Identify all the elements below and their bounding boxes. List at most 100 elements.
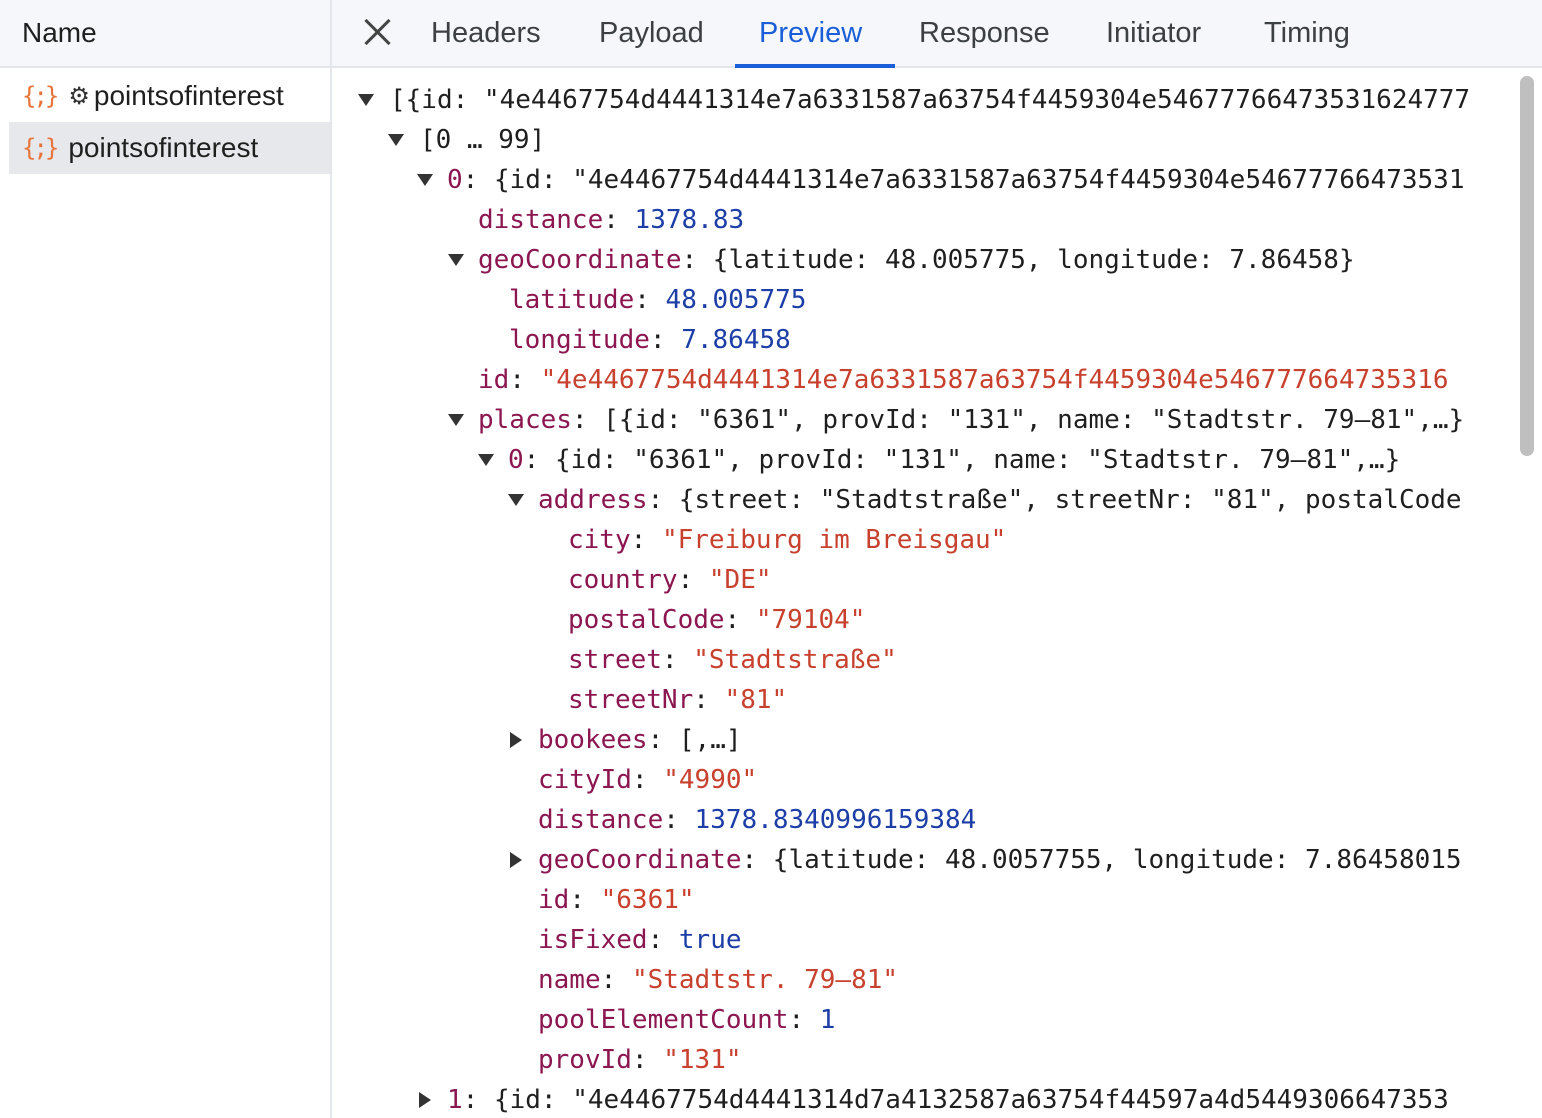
collapse-triangle-icon[interactable] bbox=[417, 174, 433, 186]
collapse-triangle-icon[interactable] bbox=[508, 494, 524, 506]
expand-triangle-icon[interactable] bbox=[510, 852, 522, 868]
json-tree-row: street: "Stadtstraße" bbox=[568, 640, 897, 680]
name-column-header[interactable]: Name bbox=[0, 0, 330, 68]
json-text: : {latitude: 48.0057755, longitude: 7.86… bbox=[741, 845, 1462, 875]
json-tree-row: poolElementCount: 1 bbox=[538, 1000, 835, 1040]
request-row-2[interactable]: {;} pointsofinterest bbox=[9, 122, 330, 174]
json-number-value: 7.86458 bbox=[681, 325, 791, 355]
json-text: [{id: "4e4467754d4441314e7a6331587a63754… bbox=[390, 85, 1471, 115]
json-tree-row[interactable]: bookees: [,…] bbox=[538, 720, 742, 760]
json-text: : bbox=[663, 805, 695, 835]
json-text: : bbox=[647, 925, 679, 955]
json-key: distance bbox=[478, 205, 604, 235]
name-column-label: Name bbox=[22, 17, 97, 48]
request-list: {;} ⚙ pointsofinterest {;} pointsofinter… bbox=[0, 70, 330, 174]
json-key: 1 bbox=[447, 1085, 463, 1115]
json-text: : bbox=[631, 1045, 664, 1075]
json-number-value: 1378.8340996159384 bbox=[694, 805, 977, 835]
json-key: streetNr bbox=[568, 685, 694, 715]
vertical-scrollbar[interactable] bbox=[1512, 70, 1542, 1118]
json-tree-row[interactable]: 0: {id: "6361", provId: "131", name: "St… bbox=[508, 440, 1400, 480]
gear-icon: ⚙ bbox=[68, 82, 90, 110]
json-tree-row: id: "4e4467754d4441314e7a6331587a63754f4… bbox=[478, 360, 1449, 400]
json-tree-row[interactable]: geoCoordinate: {latitude: 48.0057755, lo… bbox=[538, 840, 1462, 880]
json-text: : bbox=[661, 645, 694, 675]
json-key: distance bbox=[538, 805, 664, 835]
request-row-1[interactable]: {;} ⚙ pointsofinterest bbox=[9, 70, 330, 122]
json-text: : bbox=[634, 285, 666, 315]
tab-response[interactable]: Response bbox=[919, 0, 1050, 66]
json-text: : bbox=[603, 205, 635, 235]
json-tree-row: longitude: 7.86458 bbox=[509, 320, 791, 360]
json-tree-row[interactable]: [{id: "4e4467754d4441314e7a6331587a63754… bbox=[390, 80, 1470, 120]
json-tree-row: country: "DE" bbox=[568, 560, 772, 600]
json-number-value: 1378.83 bbox=[634, 205, 745, 235]
expand-triangle-icon[interactable] bbox=[510, 732, 522, 748]
request-name: pointsofinterest bbox=[68, 132, 259, 163]
json-tree-row[interactable]: geoCoordinate: {latitude: 48.005775, lon… bbox=[478, 240, 1355, 280]
json-string-value: "DE" bbox=[708, 565, 772, 595]
collapse-triangle-icon[interactable] bbox=[388, 134, 404, 146]
json-key: poolElementCount bbox=[538, 1005, 789, 1035]
json-tree-row[interactable]: address: {street: "Stadtstraße", streetN… bbox=[538, 480, 1462, 520]
json-tree-row[interactable]: places: [{id: "6361", provId: "131", nam… bbox=[478, 400, 1464, 440]
json-key: isFixed bbox=[538, 925, 648, 955]
json-key: id bbox=[538, 885, 570, 915]
tab-timing[interactable]: Timing bbox=[1264, 0, 1350, 66]
json-text: : bbox=[693, 685, 725, 715]
json-tree-row: distance: 1378.8340996159384 bbox=[538, 800, 976, 840]
json-string-value: "Freiburg im Breisgau" bbox=[661, 525, 1007, 555]
json-icon: {;} bbox=[22, 134, 59, 162]
json-text: : {id: "4e4467754d4441314e7a6331587a6375… bbox=[462, 165, 1465, 195]
json-key: postalCode bbox=[568, 605, 725, 635]
json-text: : bbox=[649, 325, 682, 355]
json-text: : bbox=[724, 605, 756, 635]
detail-tab-bar: Headers Payload Preview Response Initiat… bbox=[332, 0, 1542, 68]
json-tree-row: distance: 1378.83 bbox=[478, 200, 744, 240]
json-tree-row: provId: "131" bbox=[538, 1040, 742, 1080]
json-key: provId bbox=[538, 1045, 632, 1075]
json-tree-row: postalCode: "79104" bbox=[568, 600, 865, 640]
collapse-triangle-icon[interactable] bbox=[478, 454, 494, 466]
json-text: : {id: "4e4467754d4441314d7a4132587a6375… bbox=[462, 1085, 1449, 1115]
json-tree-row[interactable]: 0: {id: "4e4467754d4441314e7a6331587a637… bbox=[447, 160, 1464, 200]
json-text: [0 … 99] bbox=[420, 125, 546, 155]
request-name: pointsofinterest bbox=[93, 80, 284, 111]
expand-triangle-icon[interactable] bbox=[419, 1092, 431, 1108]
tab-initiator[interactable]: Initiator bbox=[1106, 0, 1201, 66]
tab-preview[interactable]: Preview bbox=[759, 0, 862, 66]
json-tree-row: city: "Freiburg im Breisgau" bbox=[568, 520, 1006, 560]
json-string-value: "4e4467754d4441314e7a6331587a63754f44593… bbox=[540, 365, 1449, 395]
json-key: geoCoordinate bbox=[478, 245, 682, 275]
json-key: id bbox=[478, 365, 510, 395]
json-text: : bbox=[600, 965, 632, 995]
json-string-value: "Stadtstr. 79–81" bbox=[631, 965, 899, 995]
json-key: country bbox=[568, 565, 678, 595]
json-text: : bbox=[788, 1005, 820, 1035]
json-tree-row: name: "Stadtstr. 79–81" bbox=[538, 960, 898, 1000]
json-icon: {;} bbox=[22, 82, 59, 110]
json-tree-row[interactable]: 1: {id: "4e4467754d4441314d7a4132587a637… bbox=[447, 1080, 1449, 1118]
json-preview-tree: [{id: "4e4467754d4441314e7a6331587a63754… bbox=[332, 70, 1510, 1118]
json-key: 0 bbox=[508, 445, 524, 475]
json-key: bookees bbox=[538, 725, 648, 755]
collapse-triangle-icon[interactable] bbox=[448, 254, 464, 266]
tab-payload[interactable]: Payload bbox=[599, 0, 704, 66]
json-tree-row[interactable]: [0 … 99] bbox=[420, 120, 545, 160]
json-text: : {latitude: 48.005775, longitude: 7.864… bbox=[681, 245, 1355, 275]
json-text: : [,…] bbox=[647, 725, 742, 755]
close-icon[interactable] bbox=[360, 14, 394, 48]
scrollbar-thumb[interactable] bbox=[1520, 76, 1534, 456]
json-number-value: true bbox=[678, 925, 742, 955]
json-key: 0 bbox=[447, 165, 463, 195]
json-string-value: "81" bbox=[724, 685, 788, 715]
json-key: street bbox=[568, 645, 662, 675]
tab-headers[interactable]: Headers bbox=[431, 0, 541, 66]
collapse-triangle-icon[interactable] bbox=[448, 414, 464, 426]
json-key: address bbox=[538, 485, 648, 515]
json-text: : [{id: "6361", provId: "131", name: "St… bbox=[571, 405, 1465, 435]
collapse-triangle-icon[interactable] bbox=[358, 94, 374, 106]
json-tree-row: latitude: 48.005775 bbox=[509, 280, 806, 320]
json-text: : bbox=[509, 365, 541, 395]
json-string-value: "6361" bbox=[600, 885, 695, 915]
